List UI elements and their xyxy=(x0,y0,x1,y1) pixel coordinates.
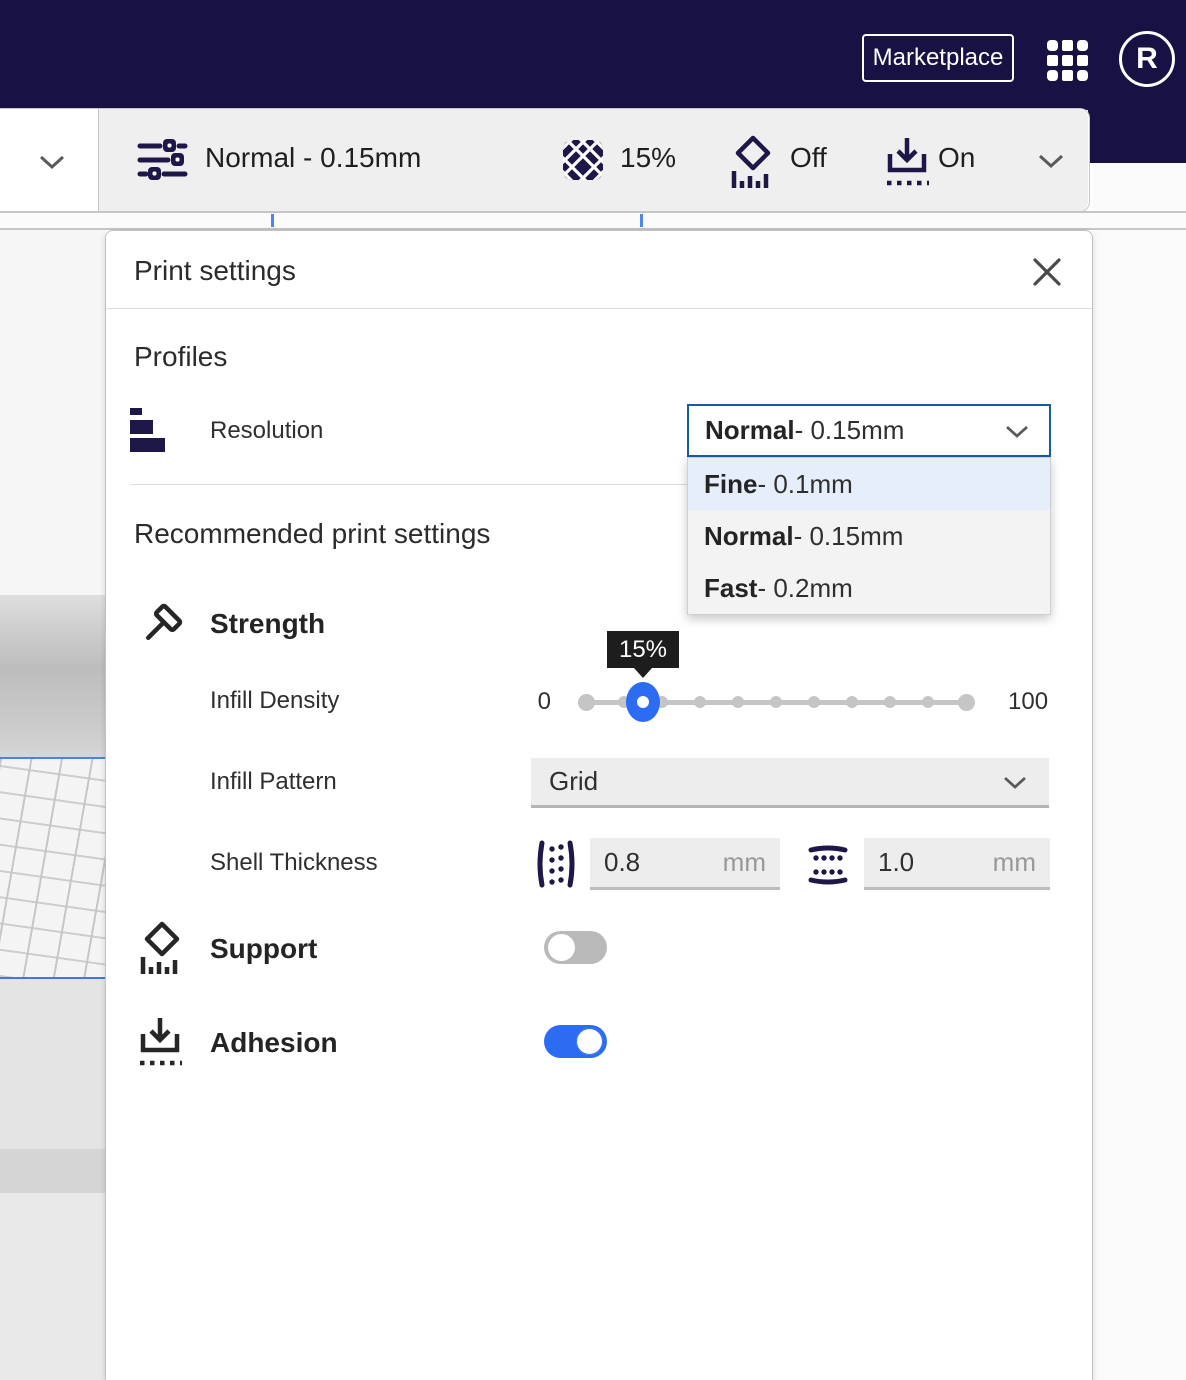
slider-dot xyxy=(846,696,858,708)
connector-tick xyxy=(640,214,643,227)
apps-grid-icon[interactable] xyxy=(1045,38,1089,82)
support-icon xyxy=(137,921,185,975)
option-name: Fine xyxy=(704,469,757,500)
build-plate-grid xyxy=(0,757,105,979)
support-icon xyxy=(728,135,776,189)
stage-adhesion-value: On xyxy=(938,142,975,174)
slider-dot xyxy=(922,696,934,708)
close-icon xyxy=(1030,255,1064,289)
option-detail: - 0.15mm xyxy=(794,521,904,552)
chevron-down-icon xyxy=(1003,776,1027,790)
connector-tick xyxy=(271,214,274,227)
adhesion-icon xyxy=(885,137,929,189)
resolution-selected-name: Normal xyxy=(705,415,795,446)
resolution-option-fast[interactable]: Fast - 0.2mm xyxy=(688,562,1050,614)
stage-profile-label: Normal - 0.15mm xyxy=(205,142,421,174)
viewport-bottom-area xyxy=(0,1193,105,1380)
title-divider xyxy=(106,308,1092,309)
user-avatar[interactable]: R xyxy=(1119,31,1175,87)
print-settings-summary-button[interactable]: Normal - 0.15mm 15% Off xyxy=(99,109,1088,211)
adhesion-label: Adhesion xyxy=(210,1027,338,1059)
top-header-corner xyxy=(1088,110,1186,163)
wall-thickness-icon xyxy=(535,839,577,889)
resolution-options-list: Fine - 0.1mm Normal - 0.15mm Fast - 0.2m… xyxy=(687,457,1051,615)
stage-connector-strip xyxy=(0,211,1186,230)
slider-thumb[interactable] xyxy=(626,682,660,722)
option-name: Normal xyxy=(704,521,794,552)
chevron-down-icon xyxy=(1038,154,1064,169)
infill-pattern-label: Infill Pattern xyxy=(210,768,337,796)
top-bottom-thickness-input[interactable] xyxy=(864,846,980,879)
slider-dot xyxy=(958,694,975,711)
infill-pattern-dropdown[interactable]: Grid xyxy=(531,758,1049,808)
chevron-down-icon xyxy=(38,154,66,170)
slider-min-label: 0 xyxy=(526,688,551,716)
slider-value-tooltip: 15% xyxy=(607,631,679,668)
stage-support-value: Off xyxy=(790,142,827,174)
print-settings-dialog: Print settings Profiles Resolution Norma… xyxy=(105,230,1093,1380)
infill-pattern-value: Grid xyxy=(549,766,598,797)
adhesion-icon xyxy=(138,1017,182,1069)
shell-thickness-label: Shell Thickness xyxy=(210,849,378,877)
viewport-right-area xyxy=(1093,162,1186,1380)
strength-hammer-icon xyxy=(136,603,186,653)
strength-label: Strength xyxy=(210,608,325,640)
tooltip-arrow xyxy=(634,668,652,678)
resolution-layers-icon xyxy=(130,408,166,452)
infill-density-label: Infill Density xyxy=(210,687,339,715)
recommended-heading: Recommended print settings xyxy=(134,518,490,550)
viewport-lower-area xyxy=(0,979,105,1149)
wall-thickness-input[interactable] xyxy=(590,846,706,879)
slider-dot xyxy=(694,696,706,708)
profiles-heading: Profiles xyxy=(134,341,227,373)
toggle-knob xyxy=(576,1028,603,1055)
cura-app-window: Marketplace R xyxy=(0,0,1186,1380)
resolution-option-fine[interactable]: Fine - 0.1mm xyxy=(688,458,1050,510)
viewport-model-preview xyxy=(0,595,105,757)
settings-sliders-icon xyxy=(136,134,188,186)
toggle-knob xyxy=(548,934,575,961)
stage-menu-bar: Normal - 0.15mm 15% Off xyxy=(0,108,1090,212)
resolution-label: Resolution xyxy=(210,417,323,445)
slider-dot xyxy=(884,696,896,708)
printer-selector[interactable] xyxy=(0,109,99,211)
slider-dot xyxy=(732,696,744,708)
option-name: Fast xyxy=(704,573,757,604)
support-toggle[interactable] xyxy=(544,931,607,964)
slider-dot xyxy=(808,696,820,708)
slider-dot xyxy=(578,694,595,711)
slider-max-label: 100 xyxy=(1008,688,1048,716)
marketplace-button[interactable]: Marketplace xyxy=(862,34,1014,82)
option-detail: - 0.1mm xyxy=(757,469,852,500)
resolution-selected-detail: - 0.15mm xyxy=(795,415,905,446)
top-bottom-thickness-icon xyxy=(806,843,850,887)
top-bottom-thickness-input-wrap: mm xyxy=(864,838,1050,890)
stage-infill-value: 15% xyxy=(620,142,676,174)
resolution-option-normal[interactable]: Normal - 0.15mm xyxy=(688,510,1050,562)
slider-dot xyxy=(770,696,782,708)
viewport-background xyxy=(0,229,105,605)
option-detail: - 0.2mm xyxy=(757,573,852,604)
wall-thickness-unit: mm xyxy=(723,847,766,878)
wall-thickness-input-wrap: mm xyxy=(590,838,780,890)
support-label: Support xyxy=(210,933,317,965)
chevron-down-icon xyxy=(1005,425,1029,439)
top-bottom-thickness-unit: mm xyxy=(993,847,1036,878)
dialog-title: Print settings xyxy=(134,255,296,287)
infill-density-slider[interactable] xyxy=(586,685,966,719)
viewport-plate-edge xyxy=(0,1149,105,1193)
resolution-dropdown[interactable]: Normal - 0.15mm xyxy=(687,404,1051,457)
infill-icon xyxy=(563,140,603,180)
adhesion-toggle[interactable] xyxy=(544,1025,607,1058)
close-button[interactable] xyxy=(1026,251,1068,293)
